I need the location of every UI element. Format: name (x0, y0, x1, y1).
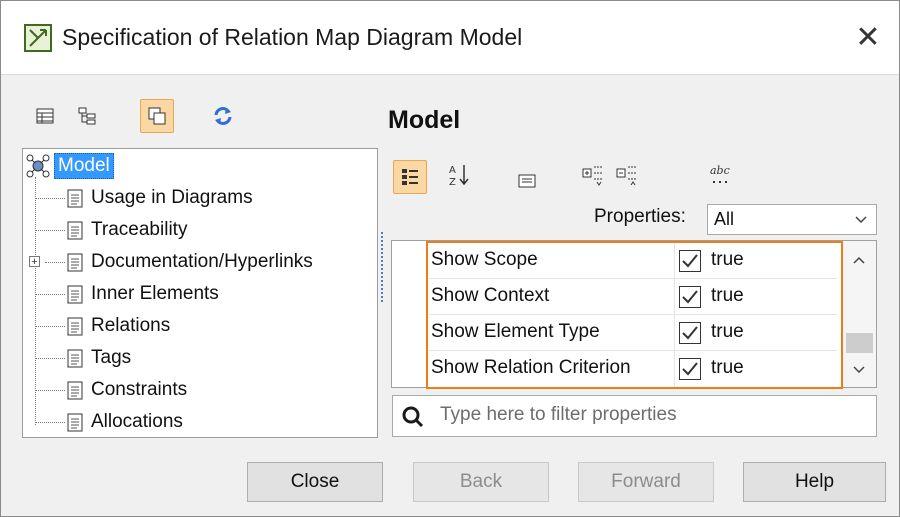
tree-item-usage-in-diagrams[interactable]: Usage in Diagrams (67, 182, 253, 214)
model-package-icon (26, 154, 50, 178)
document-icon (67, 285, 83, 303)
tree-item-label: Constraints (91, 379, 188, 400)
close-window-icon[interactable]: ✕ (846, 18, 890, 58)
document-icon (67, 221, 83, 239)
refresh-icon[interactable] (208, 101, 238, 131)
scroll-up-icon[interactable] (852, 253, 866, 271)
vertical-scrollbar[interactable] (843, 241, 876, 387)
tree-item-traceability[interactable]: Traceability (67, 214, 187, 246)
document-icon (67, 189, 83, 207)
svg-text:Z: Z (449, 177, 456, 187)
compact-view-icon[interactable] (512, 166, 542, 196)
tree-item-label: Traceability (91, 219, 188, 240)
properties-select-value: All (714, 209, 735, 229)
table-icon[interactable] (30, 101, 60, 131)
svg-text:A: A (449, 165, 456, 176)
specification-tree: Model Usage in Diagrams Traceability + D… (22, 148, 378, 438)
help-button[interactable]: Help (743, 462, 886, 502)
document-icon (67, 381, 83, 399)
tree-item-model[interactable]: Model (26, 150, 114, 182)
title-bar: Specification of Relation Map Diagram Mo… (0, 0, 900, 74)
back-button[interactable]: Back (413, 462, 549, 502)
tree-item-label: Relations (91, 315, 171, 336)
tree-item-tags[interactable]: Tags (67, 342, 131, 374)
close-button[interactable]: Close (247, 462, 383, 502)
document-icon (67, 317, 83, 335)
tree-item-label: Usage in Diagrams (91, 187, 253, 208)
tree-item-label: Allocations (91, 411, 183, 432)
section-title: Model (388, 106, 461, 134)
scroll-thumb[interactable] (846, 333, 873, 353)
scroll-down-icon[interactable] (852, 363, 866, 381)
relation-map-diagram-icon (23, 23, 53, 53)
show-text-icon[interactable]: abc (706, 160, 736, 190)
tree-item-constraints[interactable]: Constraints (67, 374, 187, 406)
splitter-handle[interactable] (381, 232, 384, 302)
sort-alphabetically-icon[interactable]: AZ (444, 160, 474, 190)
svg-text:abc: abc (710, 164, 730, 177)
properties-label: Properties: (594, 206, 686, 227)
tree-item-allocations[interactable]: Allocations (67, 406, 183, 438)
search-icon (401, 405, 425, 434)
tree-item-label: Documentation/Hyperlinks (91, 251, 313, 272)
chevron-down-icon (854, 209, 868, 232)
expand-all-icon[interactable] (578, 160, 608, 190)
collapse-all-icon[interactable] (612, 160, 642, 190)
expand-icon[interactable]: + (29, 256, 40, 268)
document-icon (67, 253, 83, 271)
tree-item-label: Model (54, 153, 114, 179)
forward-button[interactable]: Forward (578, 462, 714, 502)
tree-item-relations[interactable]: Relations (67, 310, 170, 342)
document-icon (67, 349, 83, 367)
tree-view-icon[interactable] (72, 101, 102, 131)
document-icon (67, 413, 83, 431)
properties-filter-select[interactable]: All (707, 204, 877, 235)
tree-item-label: Tags (91, 347, 132, 368)
highlight-box (426, 241, 843, 389)
tree-item-documentation-hyperlinks[interactable]: Documentation/Hyperlinks (67, 246, 313, 278)
window-title: Specification of Relation Map Diagram Mo… (62, 24, 523, 50)
filter-placeholder: Type here to filter properties (440, 404, 677, 425)
copy-icon[interactable] (140, 99, 174, 133)
tree-item-label: Inner Elements (91, 283, 219, 304)
categorized-view-icon[interactable] (393, 160, 427, 194)
tree-item-inner-elements[interactable]: Inner Elements (67, 278, 219, 310)
